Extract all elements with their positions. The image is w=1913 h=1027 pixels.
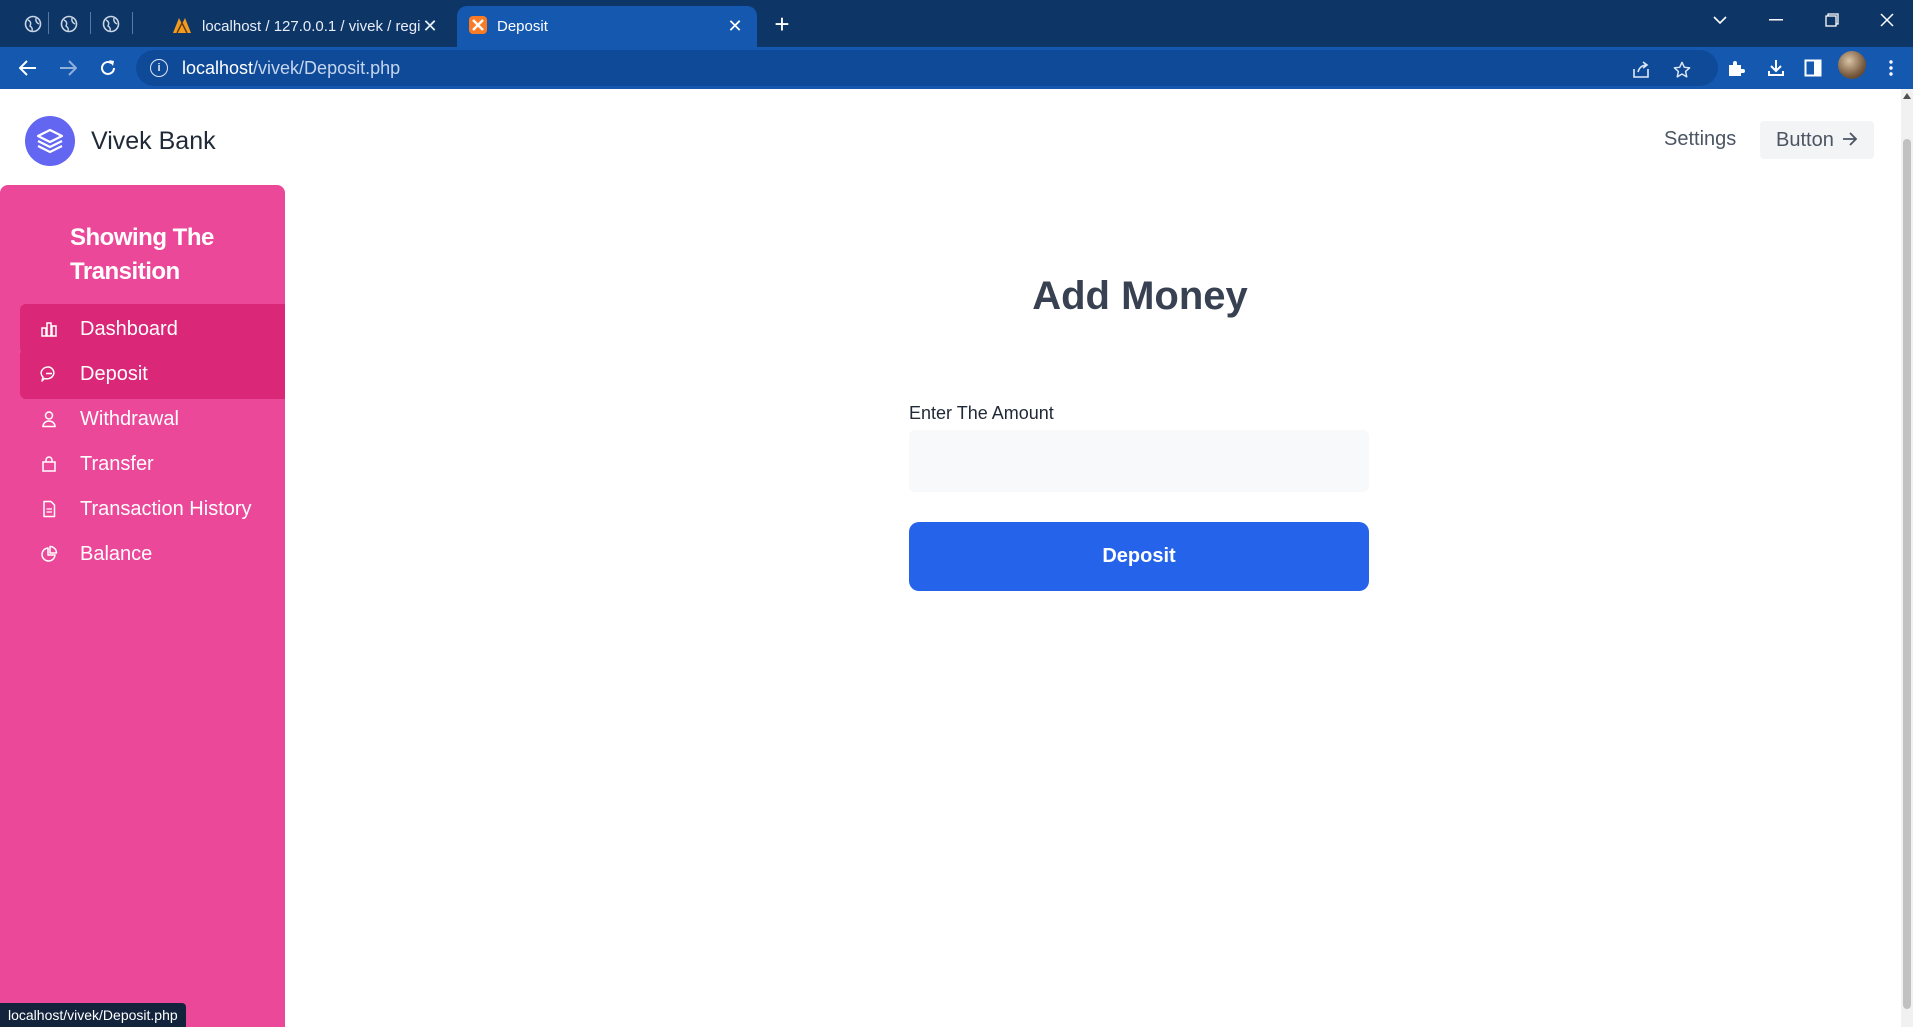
message-circle-icon (38, 363, 60, 385)
settings-link[interactable]: Settings (1664, 128, 1736, 151)
page-scrollbar[interactable] (1901, 89, 1913, 1027)
phpmyadmin-icon (172, 16, 192, 38)
xampp-icon (469, 15, 487, 38)
scroll-up-icon[interactable] (1903, 93, 1911, 99)
reload-icon[interactable] (92, 52, 124, 84)
sidebar-item-label: Balance (80, 542, 153, 565)
address-bar-url: localhost/vivek/Deposit.php (182, 57, 401, 78)
status-bar-url: localhost/vivek/Deposit.php (0, 1003, 186, 1027)
browser-toolbar: i localhost/vivek/Deposit.php (0, 47, 1913, 89)
tab-separator (90, 12, 91, 34)
tab-search-chevron-icon[interactable] (1692, 0, 1748, 40)
brand-name: Vivek Bank (91, 126, 216, 155)
tab-separator (132, 12, 133, 34)
tab-phpmyadmin[interactable]: localhost / 127.0.0.1 / vivek / registra… (160, 6, 452, 47)
brand[interactable]: Vivek Bank (25, 116, 216, 166)
forward-arrow-icon[interactable] (52, 52, 84, 84)
sidebar-item-dashboard[interactable]: Dashboard (20, 304, 285, 354)
page-title: Add Money (1032, 274, 1248, 318)
address-bar[interactable]: i localhost/vivek/Deposit.php (136, 50, 1718, 86)
profile-avatar[interactable] (1838, 51, 1866, 79)
sidebar-heading: Showing The Transition (70, 224, 214, 285)
header-button[interactable]: Button (1760, 121, 1874, 159)
sidebar-item-balance[interactable]: Balance (20, 529, 285, 579)
share-icon[interactable] (1630, 59, 1652, 81)
new-tab-icon[interactable]: + (766, 8, 798, 40)
tab-separator (48, 12, 49, 34)
header-button-label: Button (1776, 128, 1834, 151)
browser-tab-bar: localhost / 127.0.0.1 / vivek / registra… (0, 0, 1913, 47)
sidebar-item-withdrawal[interactable]: Withdrawal (20, 394, 285, 444)
close-window-icon[interactable] (1860, 0, 1913, 40)
close-tab-icon[interactable]: ✕ (420, 16, 440, 37)
sidebar-item-label: Withdrawal (80, 407, 179, 430)
tab-title: localhost / 127.0.0.1 / vivek / registra… (202, 18, 420, 35)
bookmark-star-icon[interactable] (1671, 59, 1693, 81)
pinned-tab-globe-icon[interactable] (54, 9, 84, 39)
sidebar: Showing The Transition Dashboard Deposit… (0, 185, 285, 1027)
minimize-icon[interactable] (1748, 0, 1804, 40)
sidebar-item-label: Dashboard (80, 317, 178, 340)
sidebar-item-deposit[interactable]: Deposit (20, 349, 285, 399)
sidebar-item-transfer[interactable]: Transfer (20, 439, 285, 489)
pinned-tab-globe-icon[interactable] (96, 9, 126, 39)
sidebar-item-label: Transaction History (80, 497, 252, 520)
sidebar-item-transaction-history[interactable]: Transaction History (20, 484, 285, 534)
more-menu-icon[interactable] (1878, 55, 1904, 81)
extensions-puzzle-icon[interactable] (1723, 55, 1749, 81)
user-icon (38, 408, 60, 430)
page-content: Vivek Bank Settings Button Showing The T… (0, 89, 1901, 1027)
site-info-icon[interactable]: i (150, 59, 168, 77)
downloads-icon[interactable] (1763, 55, 1789, 81)
side-panel-icon[interactable] (1800, 55, 1826, 81)
sidebar-item-label: Deposit (80, 362, 148, 385)
layers-logo-icon (25, 116, 75, 166)
bar-chart-icon (38, 318, 60, 340)
deposit-button[interactable]: Deposit (909, 522, 1369, 591)
restore-icon[interactable] (1804, 0, 1860, 40)
pinned-tab-globe-icon[interactable] (18, 9, 48, 39)
tab-title: Deposit (497, 18, 548, 35)
tab-deposit[interactable]: Deposit ✕ (457, 6, 757, 47)
back-arrow-icon[interactable] (12, 52, 44, 84)
scrollbar-thumb[interactable] (1903, 139, 1911, 1009)
sidebar-item-label: Transfer (80, 452, 154, 475)
pie-chart-icon (38, 543, 60, 565)
arrow-right-icon (1842, 130, 1858, 151)
amount-input[interactable] (909, 430, 1369, 492)
shopping-bag-icon (38, 453, 60, 475)
close-tab-icon[interactable]: ✕ (725, 16, 745, 37)
amount-label: Enter The Amount (909, 403, 1054, 423)
file-icon (38, 498, 60, 520)
